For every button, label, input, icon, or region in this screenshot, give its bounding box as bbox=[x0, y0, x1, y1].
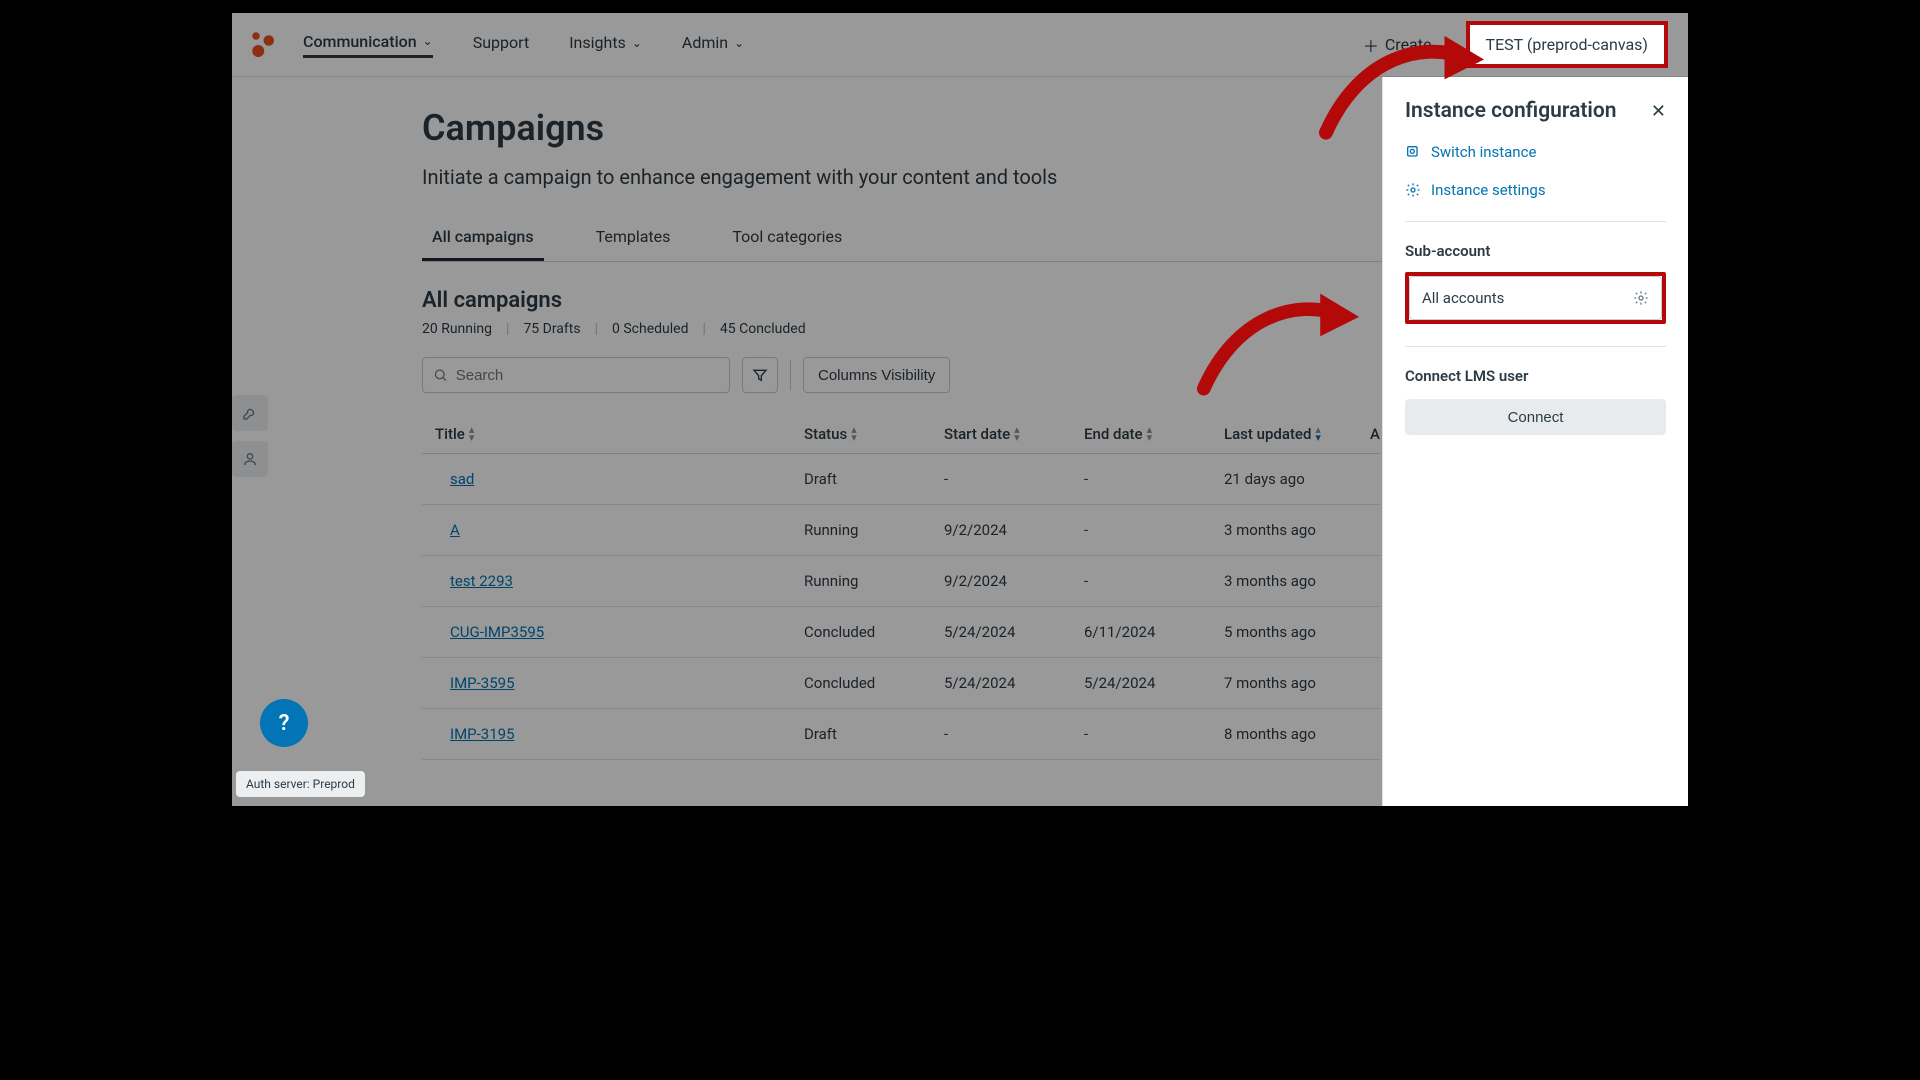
nav-label: Admin bbox=[682, 33, 728, 52]
stat-concluded: 45 Concluded bbox=[720, 321, 806, 337]
col-last-updated[interactable]: Last updated▴▾ bbox=[1224, 425, 1370, 443]
separator bbox=[790, 360, 791, 390]
cell-end: - bbox=[1084, 572, 1224, 590]
cell-last: 8 months ago bbox=[1224, 725, 1370, 743]
table-row: test 2293 Running9/2/2024-3 months ago bbox=[422, 556, 1380, 607]
switch-icon bbox=[1405, 144, 1421, 160]
instance-switcher[interactable]: TEST (preprod-canvas) bbox=[1466, 21, 1668, 68]
link-label: Instance settings bbox=[1431, 181, 1546, 199]
cell-start: - bbox=[944, 470, 1084, 488]
search-field[interactable] bbox=[456, 367, 719, 384]
cell-start: 5/24/2024 bbox=[944, 674, 1084, 692]
nav-insights[interactable]: Insights ⌄ bbox=[569, 33, 642, 56]
campaigns-table: Title▴▾ Status▴▾ Start date▴▾ End date▴▾… bbox=[422, 415, 1380, 760]
cell-start: 9/2/2024 bbox=[944, 521, 1084, 539]
nav-label: Insights bbox=[569, 33, 626, 52]
stat-drafts: 75 Drafts bbox=[523, 321, 580, 337]
search-input[interactable] bbox=[422, 357, 730, 393]
logo[interactable] bbox=[247, 28, 277, 62]
instance-label: TEST (preprod-canvas) bbox=[1486, 35, 1648, 54]
subaccount-label: Sub-account bbox=[1405, 242, 1666, 260]
annotation-arrow bbox=[1196, 280, 1361, 396]
filter-button[interactable] bbox=[742, 357, 778, 393]
col-end-date[interactable]: End date▴▾ bbox=[1084, 425, 1224, 443]
col-title[interactable]: Title▴▾ bbox=[422, 425, 804, 443]
cell-last: 7 months ago bbox=[1224, 674, 1370, 692]
tab-tool-categories[interactable]: Tool categories bbox=[722, 217, 852, 261]
cell-start: - bbox=[944, 725, 1084, 743]
cell-last: 21 days ago bbox=[1224, 470, 1370, 488]
campaign-link[interactable]: test 2293 bbox=[450, 572, 513, 590]
tab-all-campaigns[interactable]: All campaigns bbox=[422, 217, 544, 261]
campaign-link[interactable]: IMP-3595 bbox=[450, 674, 515, 692]
chevron-down-icon: ⌄ bbox=[423, 34, 433, 48]
cell-status: Running bbox=[804, 572, 944, 590]
instance-settings-link[interactable]: Instance settings bbox=[1405, 181, 1666, 199]
gear-icon[interactable] bbox=[1633, 290, 1649, 306]
campaign-link[interactable]: A bbox=[450, 521, 460, 539]
nav-admin[interactable]: Admin ⌄ bbox=[682, 33, 744, 56]
connect-lms-label: Connect LMS user bbox=[1405, 367, 1666, 385]
stat-scheduled: 0 Scheduled bbox=[612, 321, 688, 337]
cell-end: - bbox=[1084, 725, 1224, 743]
nav-label: Communication bbox=[303, 32, 417, 51]
chevron-down-icon: ⌄ bbox=[734, 36, 744, 50]
search-icon bbox=[433, 367, 448, 383]
cell-last: 3 months ago bbox=[1224, 572, 1370, 590]
cell-end: 5/24/2024 bbox=[1084, 674, 1224, 692]
cell-status: Draft bbox=[804, 470, 944, 488]
table-row: A Running9/2/2024-3 months ago bbox=[422, 505, 1380, 556]
cell-start: 9/2/2024 bbox=[944, 572, 1084, 590]
subaccount-value: All accounts bbox=[1422, 289, 1504, 307]
col-a[interactable]: A bbox=[1370, 425, 1380, 443]
subaccount-selector[interactable]: All accounts bbox=[1405, 272, 1666, 324]
table-row: IMP-3195Draft--8 months ago bbox=[422, 709, 1380, 760]
chevron-down-icon: ⌄ bbox=[632, 36, 642, 50]
cell-end: 6/11/2024 bbox=[1084, 623, 1224, 641]
cell-status: Running bbox=[804, 521, 944, 539]
switch-instance-link[interactable]: Switch instance bbox=[1405, 143, 1666, 161]
user-tool[interactable] bbox=[232, 441, 268, 477]
table-row: CUG-IMP3595 Concluded5/24/20246/11/20245 … bbox=[422, 607, 1380, 658]
cell-status: Draft bbox=[804, 725, 944, 743]
table-row: sadDraft--21 days ago bbox=[422, 454, 1380, 505]
cell-end: - bbox=[1084, 470, 1224, 488]
col-status[interactable]: Status▴▾ bbox=[804, 425, 944, 443]
filter-icon bbox=[752, 367, 768, 383]
campaign-link[interactable]: CUG-IMP3595 bbox=[450, 623, 544, 641]
campaign-link[interactable]: IMP-3195 bbox=[450, 725, 515, 743]
cell-end: - bbox=[1084, 521, 1224, 539]
annotation-arrow bbox=[1318, 22, 1486, 141]
campaign-link[interactable]: sad bbox=[450, 470, 474, 488]
table-header: Title▴▾ Status▴▾ Start date▴▾ End date▴▾… bbox=[422, 415, 1380, 454]
tab-templates[interactable]: Templates bbox=[586, 217, 681, 261]
cell-status: Concluded bbox=[804, 623, 944, 641]
wrench-tool[interactable] bbox=[232, 395, 268, 431]
instance-config-panel: Instance configuration ✕ Switch instance… bbox=[1382, 77, 1688, 806]
col-start-date[interactable]: Start date▴▾ bbox=[944, 425, 1084, 443]
auth-server-badge: Auth server: Preprod bbox=[236, 771, 365, 797]
cell-status: Concluded bbox=[804, 674, 944, 692]
gear-icon bbox=[1405, 182, 1421, 198]
nav-communication[interactable]: Communication ⌄ bbox=[303, 32, 433, 58]
nav-support[interactable]: Support bbox=[473, 33, 529, 56]
nav-label: Support bbox=[473, 33, 529, 52]
stat-running: 20 Running bbox=[422, 321, 492, 337]
connect-button[interactable]: Connect bbox=[1405, 399, 1666, 435]
help-icon: ? bbox=[279, 711, 290, 736]
link-label: Switch instance bbox=[1431, 143, 1536, 161]
cell-start: 5/24/2024 bbox=[944, 623, 1084, 641]
columns-visibility-button[interactable]: Columns Visibility bbox=[803, 357, 950, 393]
close-icon[interactable]: ✕ bbox=[1651, 101, 1666, 122]
help-button[interactable]: ? bbox=[260, 699, 308, 747]
table-row: IMP-3595Concluded5/24/20245/24/20247 mon… bbox=[422, 658, 1380, 709]
cell-last: 3 months ago bbox=[1224, 521, 1370, 539]
cell-last: 5 months ago bbox=[1224, 623, 1370, 641]
